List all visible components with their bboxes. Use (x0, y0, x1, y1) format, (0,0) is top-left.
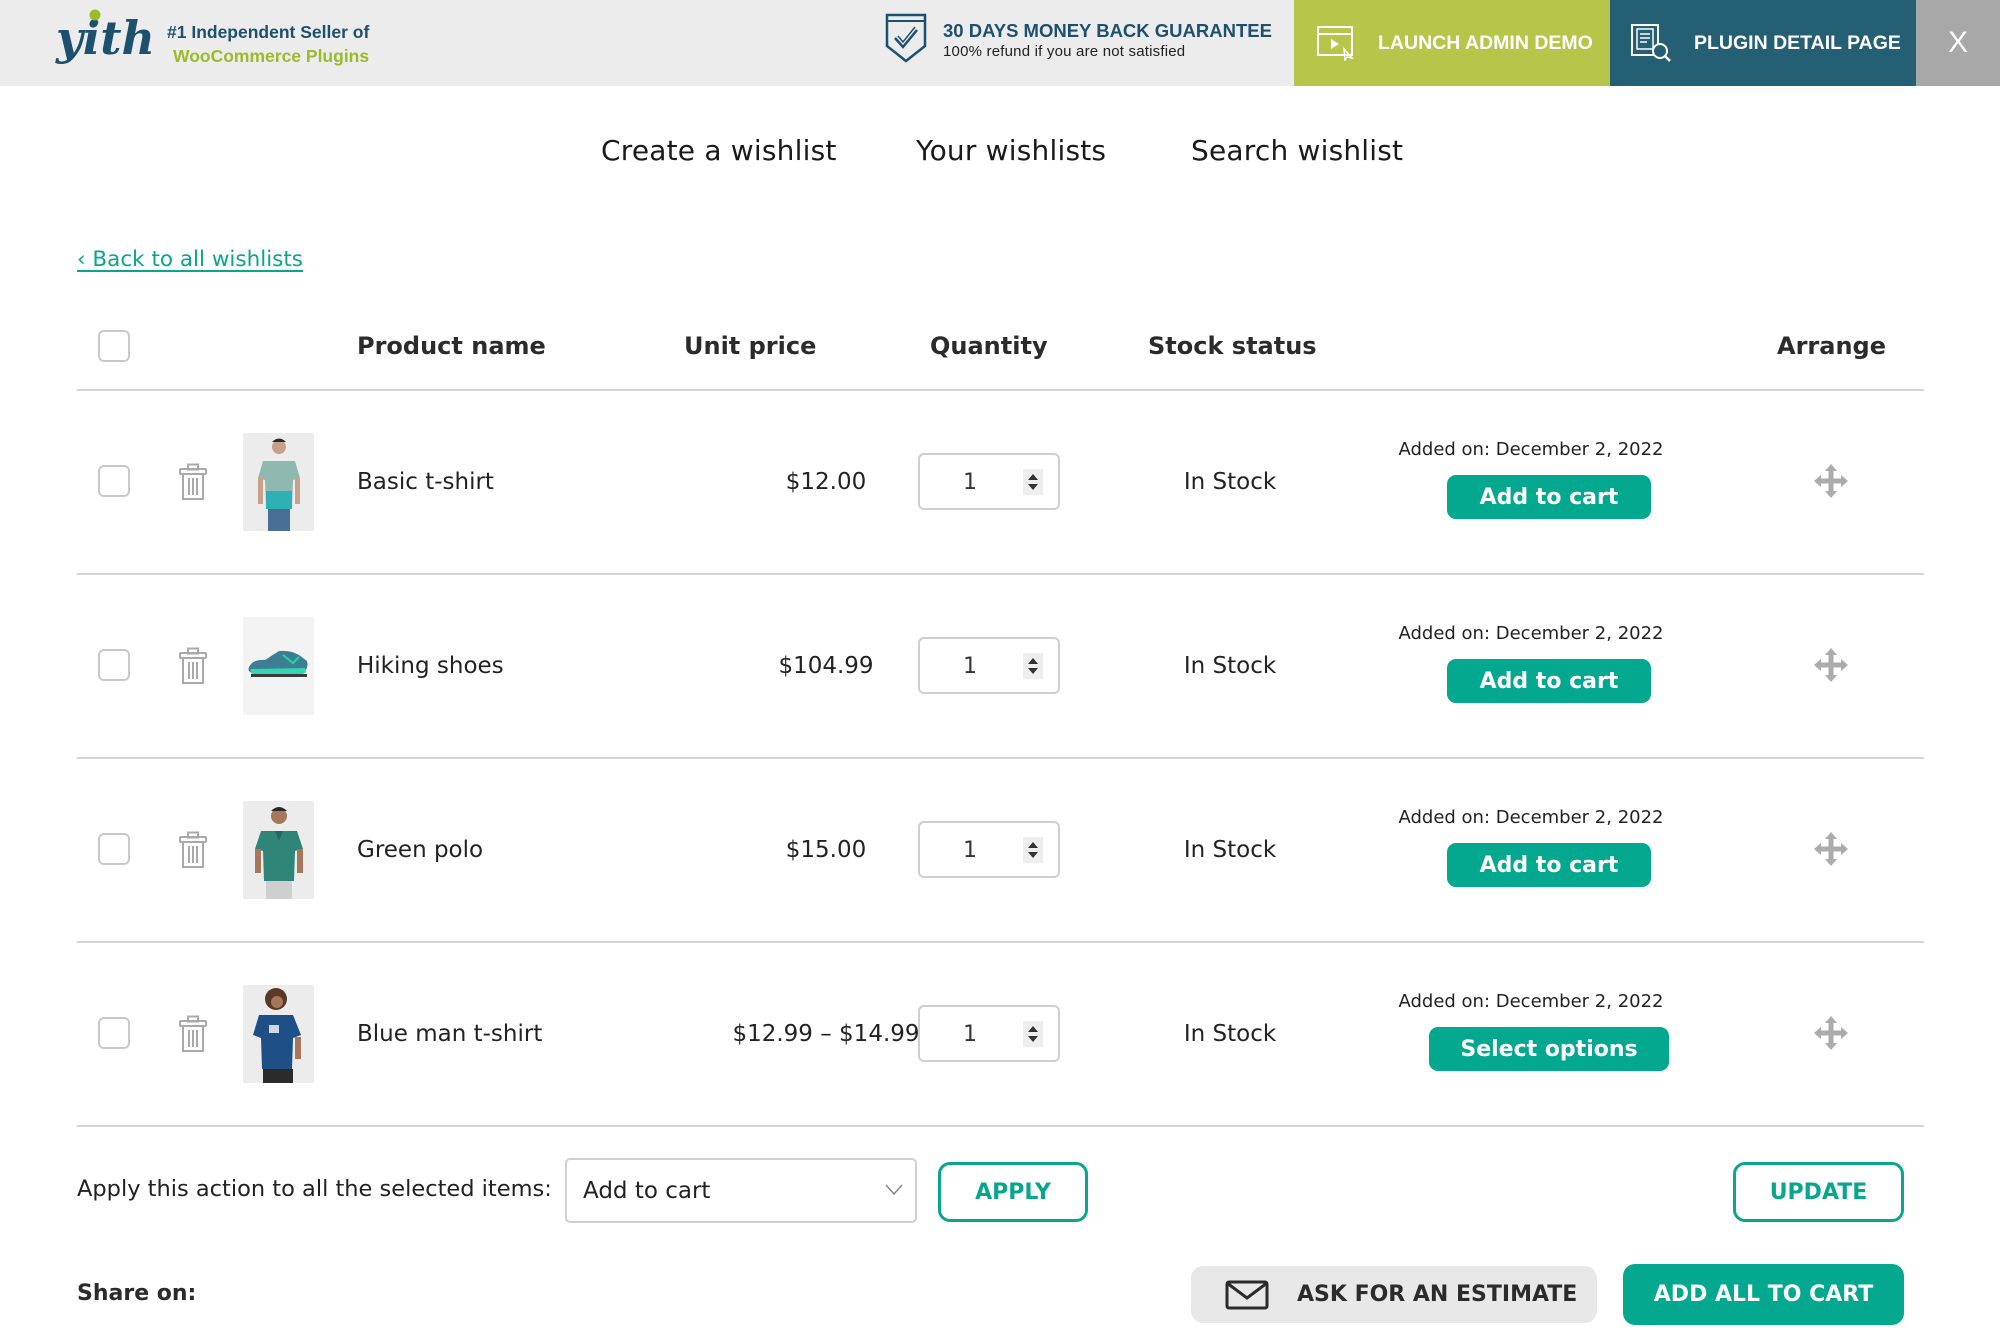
quantity-stepper[interactable] (918, 1005, 1060, 1062)
product-thumbnail-green-polo[interactable] (243, 801, 314, 899)
quantity-spin-arrows[interactable] (1023, 837, 1043, 863)
back-to-all-wishlists-link[interactable]: ‹ Back to all wishlists (77, 247, 303, 272)
row-checkbox[interactable] (98, 833, 130, 865)
shield-check-icon (885, 13, 927, 63)
tagline: #1 Independent Seller of WooCommerce Plu… (167, 20, 369, 68)
add-all-to-cart-button[interactable]: ADD ALL TO CART (1623, 1264, 1904, 1325)
quantity-stepper[interactable] (918, 821, 1060, 878)
share-label: Share on: (77, 1281, 197, 1306)
shoe-photo (243, 617, 314, 715)
product-name[interactable]: Hiking shoes (357, 653, 504, 679)
stock-status: In Stock (1183, 653, 1277, 679)
row-checkbox[interactable] (98, 1017, 130, 1049)
quantity-input[interactable] (930, 1019, 1010, 1049)
svg-text:yith: yith (55, 11, 154, 65)
stock-status: In Stock (1183, 837, 1277, 863)
header-quantity: Quantity (930, 332, 1048, 360)
header-stock-status: Stock status (1148, 332, 1317, 360)
trash-icon[interactable] (178, 831, 208, 869)
added-on-date: Added on: December 2, 2022 (1398, 439, 1664, 460)
close-promo-button[interactable]: X (1916, 0, 2000, 86)
quantity-input[interactable] (930, 835, 1010, 865)
add-to-cart-button[interactable]: Add to cart (1447, 475, 1651, 519)
added-on-date: Added on: December 2, 2022 (1398, 623, 1664, 644)
close-icon: X (1947, 26, 1968, 59)
trash-icon[interactable] (178, 463, 208, 501)
quantity-spin-arrows[interactable] (1023, 469, 1043, 495)
t-shirt-photo (243, 433, 314, 531)
row-checkbox[interactable] (98, 465, 130, 497)
bulk-action-select[interactable]: Add to cart (565, 1158, 917, 1223)
nav-your-wishlists[interactable]: Your wishlists (916, 134, 1106, 167)
ask-for-estimate-label: ASK FOR AN ESTIMATE (1297, 1282, 1578, 1307)
nav-create-wishlist[interactable]: Create a wishlist (601, 134, 837, 167)
table-row: Blue man t-shirt $12.99 – $14.99 In Stoc… (77, 943, 1924, 1127)
guarantee-subtitle: 100% refund if you are not satisfied (943, 43, 1186, 60)
launch-admin-demo-label: LAUNCH ADMIN DEMO (1378, 31, 1593, 54)
tagline-line2: WooCommerce Plugins (173, 46, 370, 66)
quantity-stepper[interactable] (918, 453, 1060, 510)
plugin-detail-page-label: PLUGIN DETAIL PAGE (1694, 31, 1901, 54)
select-options-button[interactable]: Select options (1429, 1027, 1669, 1071)
update-button[interactable]: UPDATE (1733, 1162, 1904, 1222)
quantity-input[interactable] (930, 651, 1010, 681)
document-search-icon (1631, 24, 1671, 62)
polo-photo (243, 801, 314, 899)
added-on-date: Added on: December 2, 2022 (1398, 991, 1664, 1012)
product-name[interactable]: Basic t-shirt (357, 469, 494, 495)
envelope-icon (1225, 1280, 1269, 1309)
promo-bar: yith #1 Independent Seller of WooCommerc… (0, 0, 2000, 86)
header-unit-price: Unit price (684, 332, 817, 360)
add-to-cart-button[interactable]: Add to cart (1447, 659, 1651, 703)
stock-status: In Stock (1183, 469, 1277, 495)
table-row: Hiking shoes $104.99 In Stock Added on: … (77, 575, 1924, 759)
quantity-spin-arrows[interactable] (1023, 653, 1043, 679)
move-arrows-icon[interactable] (1813, 1015, 1849, 1051)
video-demo-icon (1317, 26, 1355, 61)
launch-admin-demo-button[interactable]: LAUNCH ADMIN DEMO (1294, 0, 1610, 86)
product-thumbnail-blue-man-tshirt[interactable] (243, 985, 314, 1083)
trash-icon[interactable] (178, 647, 208, 685)
stock-status: In Stock (1183, 1021, 1277, 1047)
row-checkbox[interactable] (98, 649, 130, 681)
product-name[interactable]: Blue man t-shirt (357, 1021, 542, 1047)
move-arrows-icon[interactable] (1813, 463, 1849, 499)
trash-icon[interactable] (178, 1015, 208, 1053)
table-row: Green polo $15.00 In Stock Added on: Dec… (77, 759, 1924, 943)
plugin-detail-page-button[interactable]: PLUGIN DETAIL PAGE (1610, 0, 1916, 86)
quantity-spin-arrows[interactable] (1023, 1021, 1043, 1047)
chevron-down-icon (885, 1184, 903, 1196)
wishlist-nav: Create a wishlist Your wishlists Search … (0, 134, 2000, 174)
header-product-name: Product name (357, 332, 546, 360)
apply-button[interactable]: APPLY (938, 1162, 1088, 1222)
tagline-line1: #1 Independent Seller of (167, 22, 370, 42)
ask-for-estimate-button[interactable]: ASK FOR AN ESTIMATE (1191, 1266, 1597, 1323)
add-to-cart-button[interactable]: Add to cart (1447, 843, 1651, 887)
select-all-checkbox[interactable] (98, 330, 130, 362)
product-thumbnail-hiking-shoes[interactable] (243, 617, 314, 715)
yith-logo[interactable]: yith (54, 6, 154, 72)
bulk-action-selected-value: Add to cart (583, 1178, 711, 1204)
product-name[interactable]: Green polo (357, 837, 483, 863)
header-arrange: Arrange (1777, 332, 1886, 360)
table-header: Product name Unit price Quantity Stock s… (77, 300, 1924, 391)
nav-search-wishlist[interactable]: Search wishlist (1191, 134, 1403, 167)
product-thumbnail-basic-tshirt[interactable] (243, 433, 314, 531)
bulk-action-label: Apply this action to all the selected it… (77, 1176, 552, 1202)
move-arrows-icon[interactable] (1813, 831, 1849, 867)
table-row: Basic t-shirt $12.00 In Stock Added on: … (77, 391, 1924, 575)
blue-tshirt-photo (243, 985, 314, 1083)
move-arrows-icon[interactable] (1813, 647, 1849, 683)
quantity-stepper[interactable] (918, 637, 1060, 694)
quantity-input[interactable] (930, 467, 1010, 497)
guarantee-title: 30 DAYS MONEY BACK GUARANTEE (943, 20, 1272, 41)
wishlist-table: Product name Unit price Quantity Stock s… (77, 300, 1924, 1127)
added-on-date: Added on: December 2, 2022 (1398, 807, 1664, 828)
